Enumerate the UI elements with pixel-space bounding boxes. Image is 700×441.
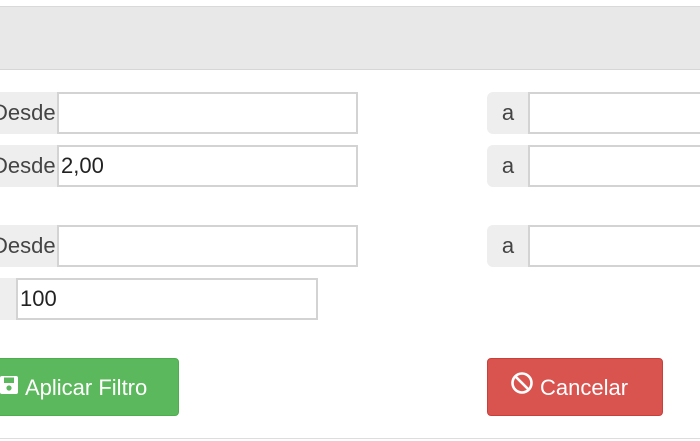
from-label-row3: Desde — [0, 225, 58, 267]
cancel-button[interactable]: Cancelar — [487, 358, 663, 416]
cancel-label: Cancelar — [540, 375, 629, 401]
apply-filter-label: Aplicar Filtro — [25, 375, 148, 401]
from-input-row1[interactable] — [57, 92, 358, 134]
value-input-row4[interactable] — [16, 278, 318, 320]
to-label-row3: a — [487, 225, 529, 267]
apply-filter-button[interactable]: Aplicar Filtro — [0, 358, 179, 416]
to-label-row2: a — [487, 145, 529, 187]
from-input-row3[interactable] — [57, 225, 358, 267]
to-input-row2[interactable] — [528, 145, 700, 187]
from-input-row2[interactable] — [57, 145, 358, 187]
panel-header — [0, 6, 700, 70]
from-label-row2: Desde — [0, 145, 58, 187]
footer-divider — [0, 438, 700, 439]
to-input-row3[interactable] — [528, 225, 700, 267]
save-icon — [0, 360, 19, 416]
to-input-row1[interactable] — [528, 92, 700, 134]
ban-icon — [510, 360, 534, 416]
to-label-row1: a — [487, 92, 529, 134]
from-label-row1: Desde — [0, 92, 58, 134]
